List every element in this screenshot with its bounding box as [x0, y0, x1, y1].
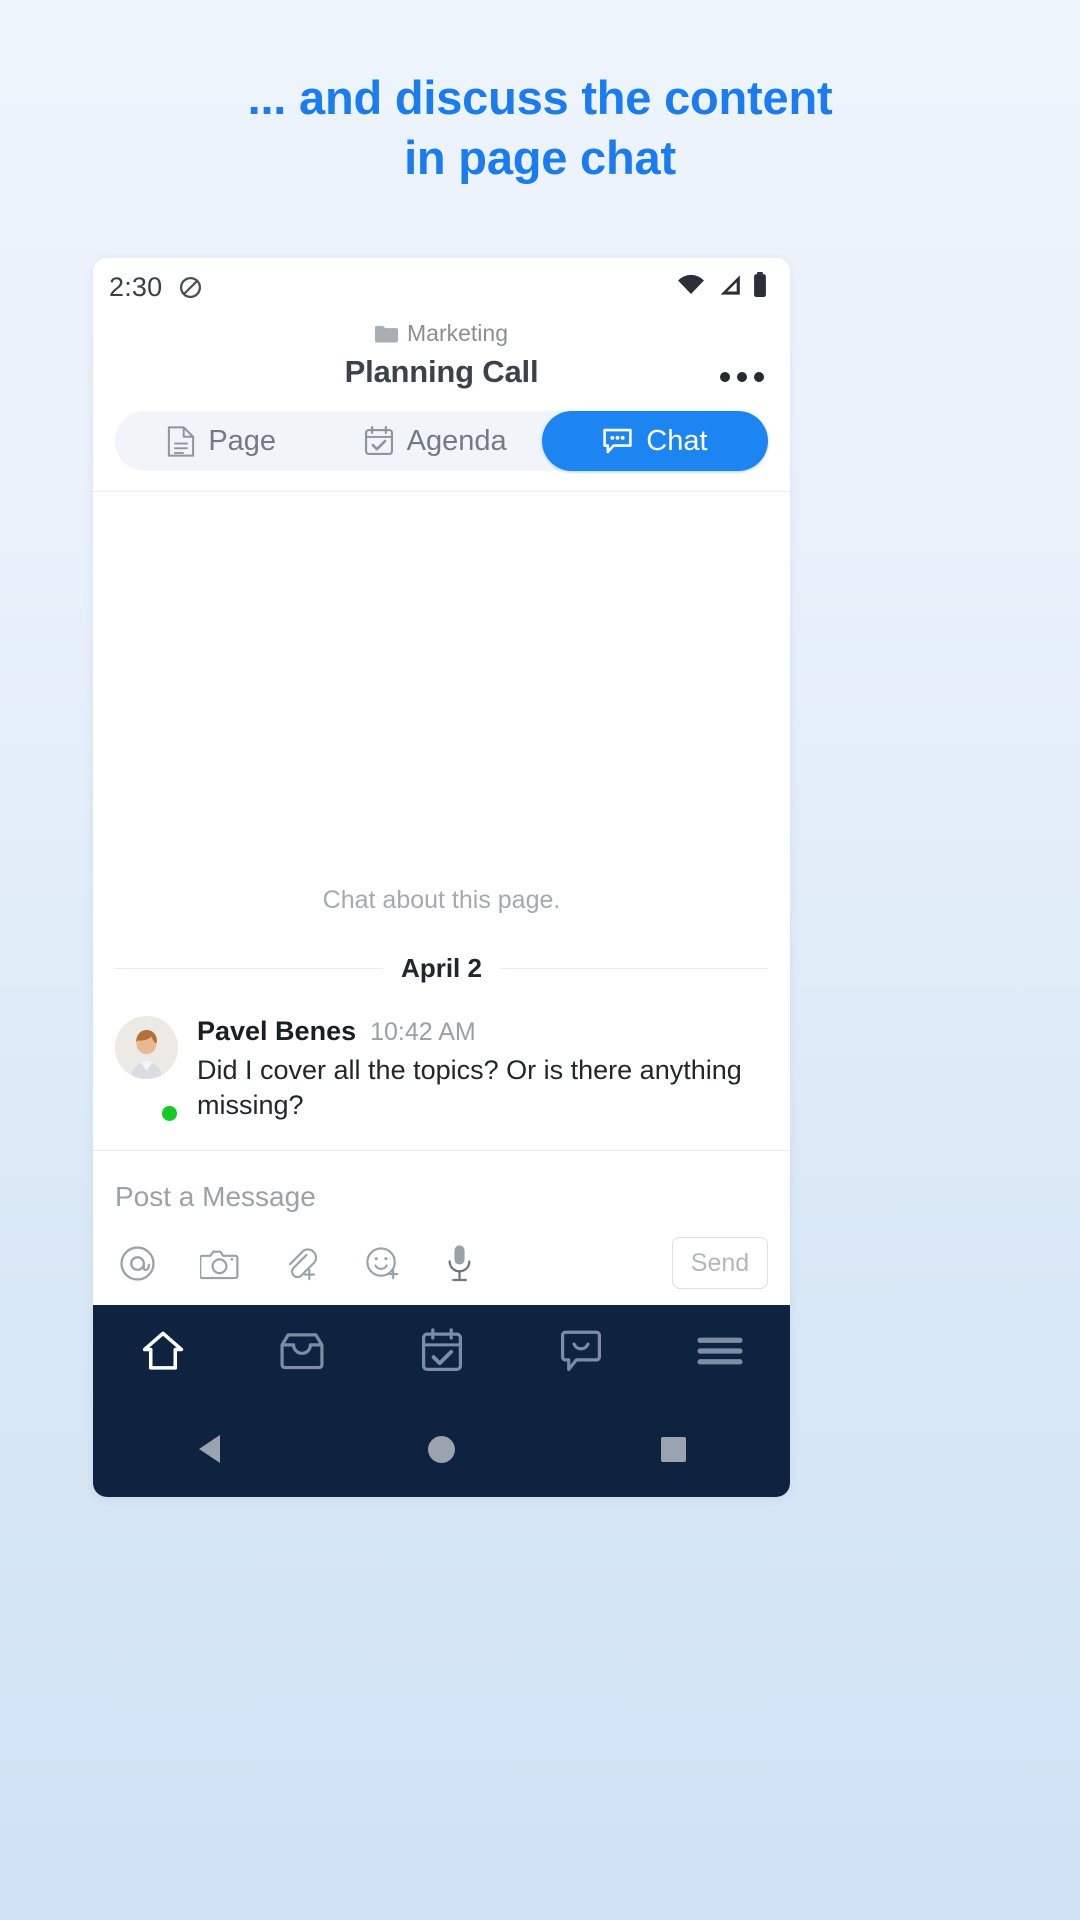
- message-content: Pavel Benes 10:42 AM Did I cover all the…: [197, 1016, 768, 1124]
- nav-item-menu[interactable]: [651, 1334, 790, 1373]
- inbox-icon: [279, 1330, 325, 1377]
- folder-icon: [375, 324, 398, 343]
- status-bar: 2:30: [93, 258, 790, 316]
- cell-signal-icon: [715, 273, 743, 302]
- nav-item-home[interactable]: [93, 1328, 232, 1379]
- composer-toolbar: Send: [115, 1237, 768, 1289]
- system-home-button[interactable]: [325, 1435, 557, 1463]
- chat-body: Chat about this page. April 2 Pavel Bene…: [93, 492, 790, 1150]
- more-options-button[interactable]: [714, 366, 770, 388]
- message-timestamp: 10:42 AM: [370, 1017, 476, 1046]
- camera-icon[interactable]: [196, 1243, 243, 1284]
- message-author: Pavel Benes: [197, 1015, 357, 1046]
- tab-bar: Page Agenda Chat: [115, 411, 769, 471]
- divider-line-left: [115, 967, 384, 969]
- tab-chat-label: Chat: [646, 424, 708, 457]
- system-recents-button[interactable]: [558, 1436, 790, 1462]
- divider-line-right: [499, 967, 769, 969]
- wifi-icon: [676, 273, 706, 302]
- breadcrumb-label: Marketing: [407, 320, 508, 346]
- circle-home-icon: [427, 1435, 455, 1463]
- status-bar-time: 2:30: [109, 271, 163, 302]
- page-title: Planning Call: [344, 354, 539, 389]
- promo-headline: ... and discuss the content in page chat: [0, 68, 1080, 188]
- tab-chat[interactable]: Chat: [541, 411, 769, 471]
- triangle-back-icon: [198, 1435, 220, 1463]
- date-divider-label: April 2: [401, 952, 482, 983]
- attachment-add-icon[interactable]: [279, 1241, 324, 1286]
- avatar-wrapper: [115, 1015, 179, 1124]
- mention-icon[interactable]: [115, 1241, 160, 1286]
- promo-headline-line2: in page chat: [404, 131, 676, 185]
- document-icon: [167, 425, 195, 457]
- calendar-check-icon: [420, 1327, 464, 1379]
- phone-mockup: 2:30 Marketing Planning Call Page Agenda…: [93, 258, 790, 1497]
- promo-headline-line1: ... and discuss the content: [247, 71, 833, 124]
- tab-agenda-label: Agenda: [406, 424, 507, 457]
- battery-icon: [752, 271, 768, 303]
- system-back-button[interactable]: [93, 1435, 325, 1463]
- avatar[interactable]: [115, 1015, 178, 1079]
- chat-bubble-dots-icon: [602, 427, 633, 455]
- do-not-disturb-icon: [178, 275, 203, 300]
- nav-item-chat[interactable]: [511, 1329, 650, 1378]
- nav-item-agenda[interactable]: [372, 1327, 511, 1379]
- chat-bubble-icon: [558, 1329, 604, 1378]
- message-composer: Post a Message Send: [93, 1150, 790, 1305]
- calendar-check-icon: [364, 426, 394, 456]
- emoji-add-icon[interactable]: [360, 1241, 405, 1286]
- message-text: Did I cover all the topics? Or is there …: [197, 1054, 742, 1121]
- nav-item-inbox[interactable]: [232, 1330, 371, 1377]
- online-status-indicator: [160, 1104, 179, 1123]
- page-header: Marketing Planning Call Page Agenda Chat: [93, 316, 790, 492]
- header-divider: [93, 491, 790, 492]
- tab-page[interactable]: Page: [115, 411, 328, 471]
- more-dot: [720, 372, 730, 382]
- message-input[interactable]: Post a Message: [115, 1181, 768, 1237]
- bottom-navigation: [93, 1305, 790, 1401]
- more-dot: [754, 372, 764, 382]
- system-navigation-bar: [93, 1401, 790, 1497]
- breadcrumb[interactable]: Marketing: [93, 320, 790, 347]
- tab-agenda[interactable]: Agenda: [328, 411, 541, 471]
- hamburger-menu-icon: [697, 1334, 743, 1373]
- more-dot: [737, 372, 747, 382]
- square-recents-icon: [661, 1436, 687, 1462]
- date-divider: April 2: [93, 953, 790, 984]
- chat-empty-hint: Chat about this page.: [322, 885, 561, 914]
- send-button[interactable]: Send: [672, 1237, 768, 1289]
- tab-page-label: Page: [208, 424, 277, 457]
- chat-message[interactable]: Pavel Benes 10:42 AM Did I cover all the…: [93, 994, 790, 1150]
- message-header: Pavel Benes 10:42 AM: [197, 1016, 768, 1047]
- composer-icon-group: [115, 1240, 672, 1286]
- home-icon: [140, 1328, 186, 1379]
- microphone-icon[interactable]: [441, 1240, 478, 1286]
